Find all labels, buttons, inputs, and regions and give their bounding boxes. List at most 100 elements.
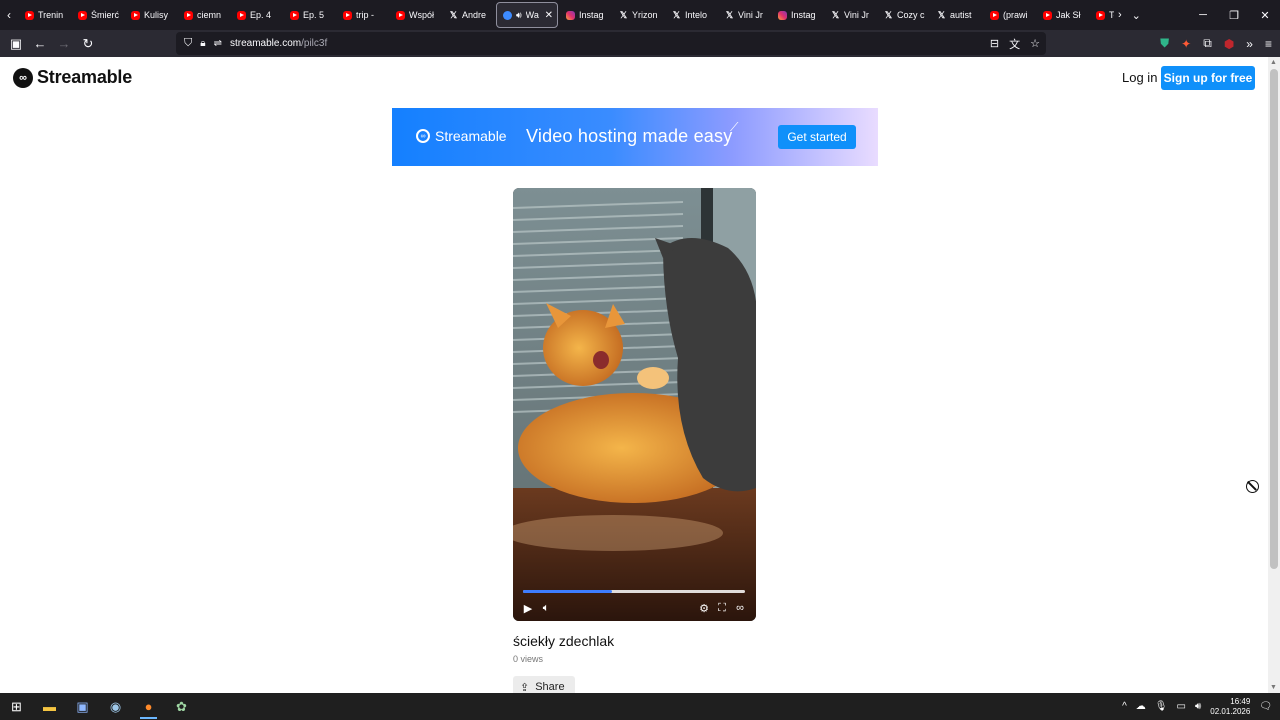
get-started-button[interactable]: Get started	[778, 125, 856, 149]
settings-gear-icon[interactable]: ⚙	[696, 600, 712, 616]
browser-tab[interactable]: Kulisy	[125, 2, 176, 28]
login-link[interactable]: Log in	[1122, 70, 1157, 85]
overflow-menu-chevrons-icon[interactable]: »	[1246, 37, 1253, 51]
browser-tab[interactable]: 𝕏 Vini Jr	[825, 2, 876, 28]
steam-icon[interactable]: ◉	[99, 693, 132, 720]
browser-tab[interactable]: 🔊︎ Wa ✕	[496, 2, 558, 28]
browser-tab[interactable]: Jak Sł	[1037, 2, 1088, 28]
browser-tab[interactable]: (prawi	[984, 2, 1035, 28]
restore-icon[interactable]: ❐	[1219, 0, 1249, 30]
page-info-icon[interactable]: ⇌	[214, 38, 222, 49]
translate-icon[interactable]: 文	[1009, 36, 1020, 52]
scroll-up-icon[interactable]: ▲	[1270, 59, 1277, 66]
browser-tab[interactable]: To ju	[1090, 2, 1114, 28]
youtube-icon	[990, 10, 999, 20]
browser-tab[interactable]: 𝕏 Intelo	[666, 2, 717, 28]
tray-overflow-icon[interactable]: ^	[1122, 701, 1127, 712]
tab-label: (prawi	[1003, 10, 1028, 20]
browser-tab[interactable]: 𝕏 Cozy c	[878, 2, 929, 28]
signup-button[interactable]: Sign up for free	[1161, 66, 1255, 90]
clock[interactable]: 16:49 02.01.2026	[1210, 697, 1250, 717]
scrollbar-thumb[interactable]	[1270, 69, 1278, 569]
video-player[interactable]: ▶ 🔈︎ ⚙ ⛶ ∞	[513, 188, 756, 621]
tab-label: ciemn	[197, 10, 222, 20]
firefox-icon[interactable]: ●	[132, 693, 165, 720]
volume-icon[interactable]: 🔈︎	[538, 600, 554, 616]
network-icon[interactable]: ▭	[1176, 701, 1185, 712]
promo-banner[interactable]: ∞ Streamable Video hosting made easy ⟋ G…	[392, 108, 878, 166]
browser-tab[interactable]: Instag	[772, 2, 823, 28]
no-entry-icon[interactable]	[1246, 480, 1259, 493]
banner-logo: ∞ Streamable	[416, 128, 507, 144]
tab-bar-controls: › ⌄	[1118, 9, 1141, 22]
web-page: ∞ Streamable Log in Sign up for free ∞ S…	[0, 57, 1268, 693]
tracking-protection-icon[interactable]: ⛉	[184, 37, 192, 50]
fullscreen-icon[interactable]: ⛶	[714, 600, 730, 616]
url-text: streamable.com/pilc3f	[230, 38, 327, 49]
bookmark-star-icon[interactable]: ☆	[1030, 37, 1040, 50]
lock-icon[interactable]: 🔒︎	[200, 38, 205, 49]
instagram-icon	[778, 10, 787, 20]
browser-tab[interactable]: Współ	[390, 2, 441, 28]
tab-close-icon[interactable]: ✕	[545, 10, 553, 21]
youtube-icon	[1096, 10, 1105, 20]
back-button[interactable]: ←	[28, 32, 52, 56]
site-logo[interactable]: ∞ Streamable	[13, 67, 132, 88]
x-icon: 𝕏	[619, 9, 628, 20]
streamable-watermark-icon[interactable]: ∞	[732, 600, 748, 616]
share-button[interactable]: ⇪ Share	[513, 676, 575, 693]
minimize-icon[interactable]: ─	[1188, 0, 1218, 30]
ublock-extension-icon[interactable]: ⬢	[1224, 37, 1234, 51]
reload-button[interactable]: ↻	[76, 32, 100, 56]
browser-tab[interactable]: 𝕏 Andre	[443, 2, 494, 28]
scroll-down-icon[interactable]: ▼	[1270, 684, 1277, 691]
clock-date: 02.01.2026	[1210, 706, 1251, 716]
tab-audio-icon[interactable]: 🔊︎	[516, 10, 522, 21]
page-scrollbar[interactable]: ▲ ▼	[1268, 57, 1280, 693]
tab-scroll-left-icon[interactable]: ‹	[0, 0, 18, 30]
browser-tab[interactable]: Trenin	[19, 2, 70, 28]
browser-tab[interactable]: 𝕏autist	[931, 2, 982, 28]
browser-tab[interactable]: Instag	[560, 2, 611, 28]
video-title: ściekły zdechlak	[513, 633, 615, 649]
sparkle-icon: ⟋	[730, 120, 739, 134]
browser-tab[interactable]: Ep. 4	[231, 2, 282, 28]
onedrive-icon[interactable]: ☁	[1136, 701, 1146, 712]
progress-bar[interactable]	[523, 590, 745, 593]
browser-tab[interactable]: trip -	[337, 2, 388, 28]
browser-tab[interactable]: Ep. 5	[284, 2, 335, 28]
sidebar-toggle-icon[interactable]: ▣	[4, 32, 28, 56]
reader-view-icon[interactable]: ⊟	[990, 37, 999, 50]
extensions-puzzle-icon[interactable]: ⧉	[1203, 36, 1212, 51]
streamable-icon	[503, 10, 512, 20]
speaker-icon[interactable]: 🔊︎	[1195, 701, 1201, 712]
fox-extension-icon[interactable]: ✦	[1181, 37, 1191, 51]
instagram-icon	[566, 10, 575, 20]
list-all-tabs-icon[interactable]: ⌄	[1132, 9, 1141, 22]
youtube-icon	[343, 10, 352, 20]
forward-button[interactable]: →	[52, 32, 76, 56]
file-explorer-icon[interactable]: ▬	[33, 693, 66, 720]
tab-label: To ju	[1109, 10, 1114, 20]
close-window-icon[interactable]: ✕	[1250, 0, 1280, 30]
hamburger-menu-icon[interactable]: ≡	[1265, 37, 1272, 51]
browser-tab[interactable]: 𝕏 Yrizon	[613, 2, 664, 28]
youtube-icon	[78, 10, 87, 20]
url-actions: ⊟ 文 ☆	[990, 32, 1040, 55]
app-icon[interactable]: ✿	[165, 693, 198, 720]
browser-tab[interactable]: ciemn	[178, 2, 229, 28]
address-bar[interactable]: ⛉ 🔒︎ ⇌ streamable.com/pilc3f ⊟ 文 ☆	[176, 32, 1046, 55]
microphone-icon[interactable]: 🎙︎	[1155, 701, 1168, 712]
youtube-icon	[290, 10, 299, 20]
browser-tab[interactable]: Śmierć	[72, 2, 123, 28]
start-menu-icon[interactable]: ⊞	[0, 693, 33, 720]
browser-tab[interactable]: 𝕏 Vini Jr	[719, 2, 770, 28]
tab-label: Ep. 5	[303, 10, 325, 20]
remote-desktop-icon[interactable]: ▣	[66, 693, 99, 720]
system-tray: ^ ☁ 🎙︎ ▭ 🔊︎ 16:49 02.01.2026 🗨︎	[1122, 693, 1272, 720]
tab-label: Kulisy	[144, 10, 169, 20]
shield-extension-icon[interactable]: ⛊	[1160, 36, 1169, 51]
notifications-icon[interactable]: 🗨︎	[1259, 701, 1272, 712]
play-icon[interactable]: ▶	[520, 600, 536, 616]
tab-scroll-right-icon[interactable]: ›	[1118, 9, 1122, 21]
